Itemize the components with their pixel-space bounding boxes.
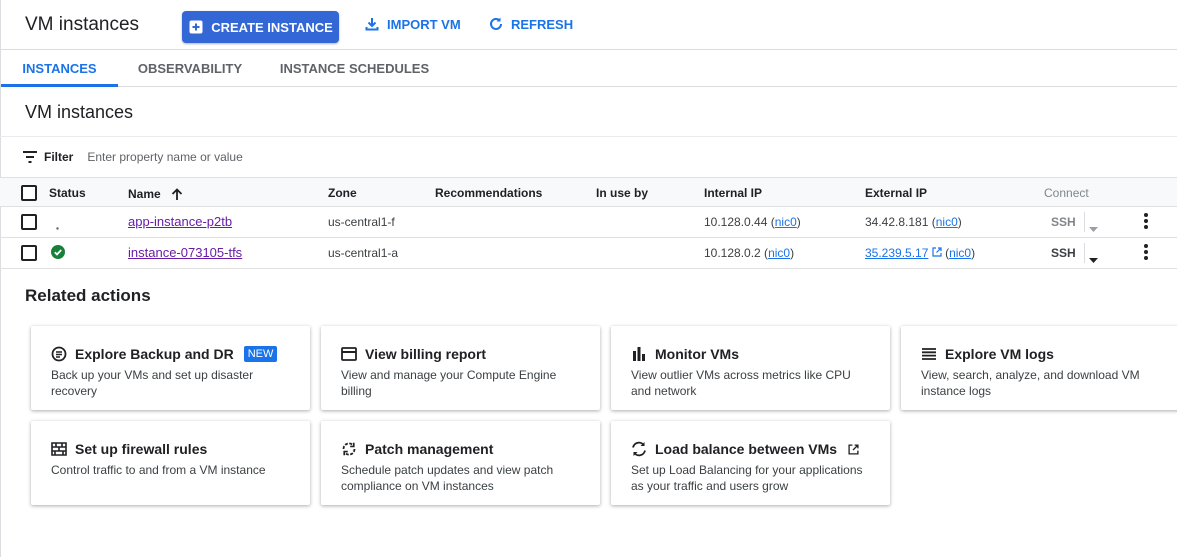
refresh-label: REFRESH [511, 16, 574, 32]
ssh-button-disabled: SSH [1051, 215, 1076, 229]
column-external-ip[interactable]: External IP [865, 186, 927, 200]
filter-bar: Filter [22, 146, 388, 168]
section-divider [0, 136, 1177, 137]
tab-observability[interactable]: OBSERVABILITY [130, 50, 250, 86]
card-patch-management[interactable]: Patch management Schedule patch updates … [321, 421, 600, 505]
table-header: Status Name Zone Recommendations In use … [0, 177, 1177, 207]
ssh-divider [1084, 212, 1085, 232]
table-row: app-instance-p2tb us-central1-f 10.128.0… [0, 207, 1177, 238]
card-description: Back up your VMs and set up disaster rec… [51, 368, 254, 398]
card-description: View outlier VMs across metrics like CPU… [631, 368, 851, 398]
column-name[interactable]: Name [128, 186, 185, 202]
card-description: Control traffic to and from a VM instanc… [51, 463, 266, 477]
internal-ip: 10.128.0.2 (nic0) [704, 246, 795, 260]
card-description: View and manage your Compute Engine bill… [341, 368, 557, 398]
filter-label: Filter [44, 150, 74, 164]
refresh-button[interactable]: REFRESH [488, 10, 573, 38]
internal-ip-value: 10.128.0.2 [704, 246, 761, 260]
ssh-dropdown-icon[interactable] [1089, 250, 1098, 268]
page-header: VM instances CREATE INSTANCE IMPORT VM R… [0, 0, 1177, 50]
card-title: Explore VM logs [945, 346, 1054, 362]
card-description: Schedule patch updates and view patch co… [341, 463, 554, 493]
ssh-button[interactable]: SSH [1051, 246, 1076, 260]
internal-ip: 10.128.0.44 (nic0) [704, 215, 801, 229]
card-firewall-rules[interactable]: Set up firewall rules Control traffic to… [31, 421, 310, 505]
import-icon [364, 16, 380, 32]
add-box-icon [188, 19, 204, 35]
instances-table: Status Name Zone Recommendations In use … [0, 177, 1177, 269]
card-title: Explore Backup and DR [75, 346, 234, 362]
more-vert-icon[interactable] [1144, 213, 1148, 234]
open-in-new-icon [845, 441, 861, 457]
column-recommendations[interactable]: Recommendations [435, 186, 542, 200]
billing-icon [341, 346, 357, 362]
card-billing-report[interactable]: View billing report View and manage your… [321, 326, 600, 410]
page-title: VM instances [25, 14, 140, 35]
card-monitor-vms[interactable]: Monitor VMs View outlier VMs across metr… [611, 326, 890, 410]
backup-icon [51, 346, 67, 362]
column-name-label: Name [128, 187, 161, 201]
column-zone[interactable]: Zone [328, 186, 357, 200]
card-load-balance[interactable]: Load balance between VMs Set up Load Bal… [611, 421, 890, 505]
instance-zone: us-central1-a [328, 246, 399, 260]
refresh-icon [488, 16, 504, 32]
load-balance-icon [631, 441, 647, 457]
column-status[interactable]: Status [49, 186, 86, 200]
internal-nic-link[interactable]: nic0 [775, 215, 797, 229]
table-row: instance-073105-tfs us-central1-a 10.128… [0, 238, 1177, 269]
logs-icon [921, 346, 937, 362]
card-title: View billing report [365, 346, 487, 362]
select-all-checkbox[interactable] [21, 185, 37, 201]
bar-chart-icon [631, 346, 647, 362]
patch-icon [341, 441, 357, 457]
instance-name-link[interactable]: app-instance-p2tb [128, 214, 232, 229]
external-ip-link[interactable]: 35.239.5.17 [865, 246, 928, 260]
import-vm-label: IMPORT VM [387, 16, 461, 32]
card-title: Load balance between VMs [655, 441, 838, 457]
new-badge: NEW [243, 346, 278, 362]
open-in-new-icon[interactable] [932, 246, 942, 260]
create-instance-button[interactable]: CREATE INSTANCE [182, 11, 339, 43]
card-description: Set up Load Balancing for your applicati… [631, 463, 863, 493]
card-description: View, search, analyze, and download VM i… [921, 368, 1140, 398]
sort-ascending-icon[interactable] [169, 186, 185, 202]
instance-name-link[interactable]: instance-073105-tfs [128, 245, 242, 260]
firewall-icon [51, 441, 67, 457]
filter-icon[interactable] [22, 149, 38, 165]
external-ip: 34.42.8.181 (nic0) [865, 215, 962, 229]
external-ip: 35.239.5.17 (nic0) [865, 246, 976, 260]
internal-nic-link[interactable]: nic0 [768, 246, 790, 260]
row-checkbox[interactable] [21, 245, 37, 261]
column-in-use-by[interactable]: In use by [596, 186, 648, 200]
create-instance-label: CREATE INSTANCE [211, 19, 333, 35]
status-running-icon [51, 245, 65, 262]
related-actions-title: Related actions [25, 286, 151, 305]
status-pending-icon [56, 219, 59, 233]
internal-ip-value: 10.128.0.44 [704, 215, 768, 229]
card-title: Monitor VMs [655, 346, 739, 362]
tab-bar: INSTANCES OBSERVABILITY INSTANCE SCHEDUL… [0, 50, 1177, 87]
ssh-dropdown-icon [1089, 219, 1098, 237]
more-vert-icon[interactable] [1144, 244, 1148, 265]
import-vm-button[interactable]: IMPORT VM [364, 10, 461, 38]
tab-instances[interactable]: INSTANCES [1, 50, 118, 87]
column-connect: Connect [1044, 186, 1089, 200]
card-title: Patch management [365, 441, 494, 457]
row-checkbox[interactable] [21, 214, 37, 230]
external-nic-link[interactable]: nic0 [936, 215, 958, 229]
card-backup-dr[interactable]: Explore Backup and DR NEW Back up your V… [31, 326, 310, 410]
card-title: Set up firewall rules [75, 441, 208, 457]
section-title: VM instances [25, 102, 134, 122]
filter-input[interactable] [87, 150, 388, 164]
external-ip-value: 34.42.8.181 [865, 215, 929, 229]
external-nic-link[interactable]: nic0 [949, 246, 971, 260]
ssh-divider [1084, 243, 1085, 263]
instance-zone: us-central1-f [328, 215, 395, 229]
column-internal-ip[interactable]: Internal IP [704, 186, 762, 200]
card-vm-logs[interactable]: Explore VM logs View, search, analyze, a… [901, 326, 1177, 410]
tab-instance-schedules[interactable]: INSTANCE SCHEDULES [272, 50, 437, 86]
